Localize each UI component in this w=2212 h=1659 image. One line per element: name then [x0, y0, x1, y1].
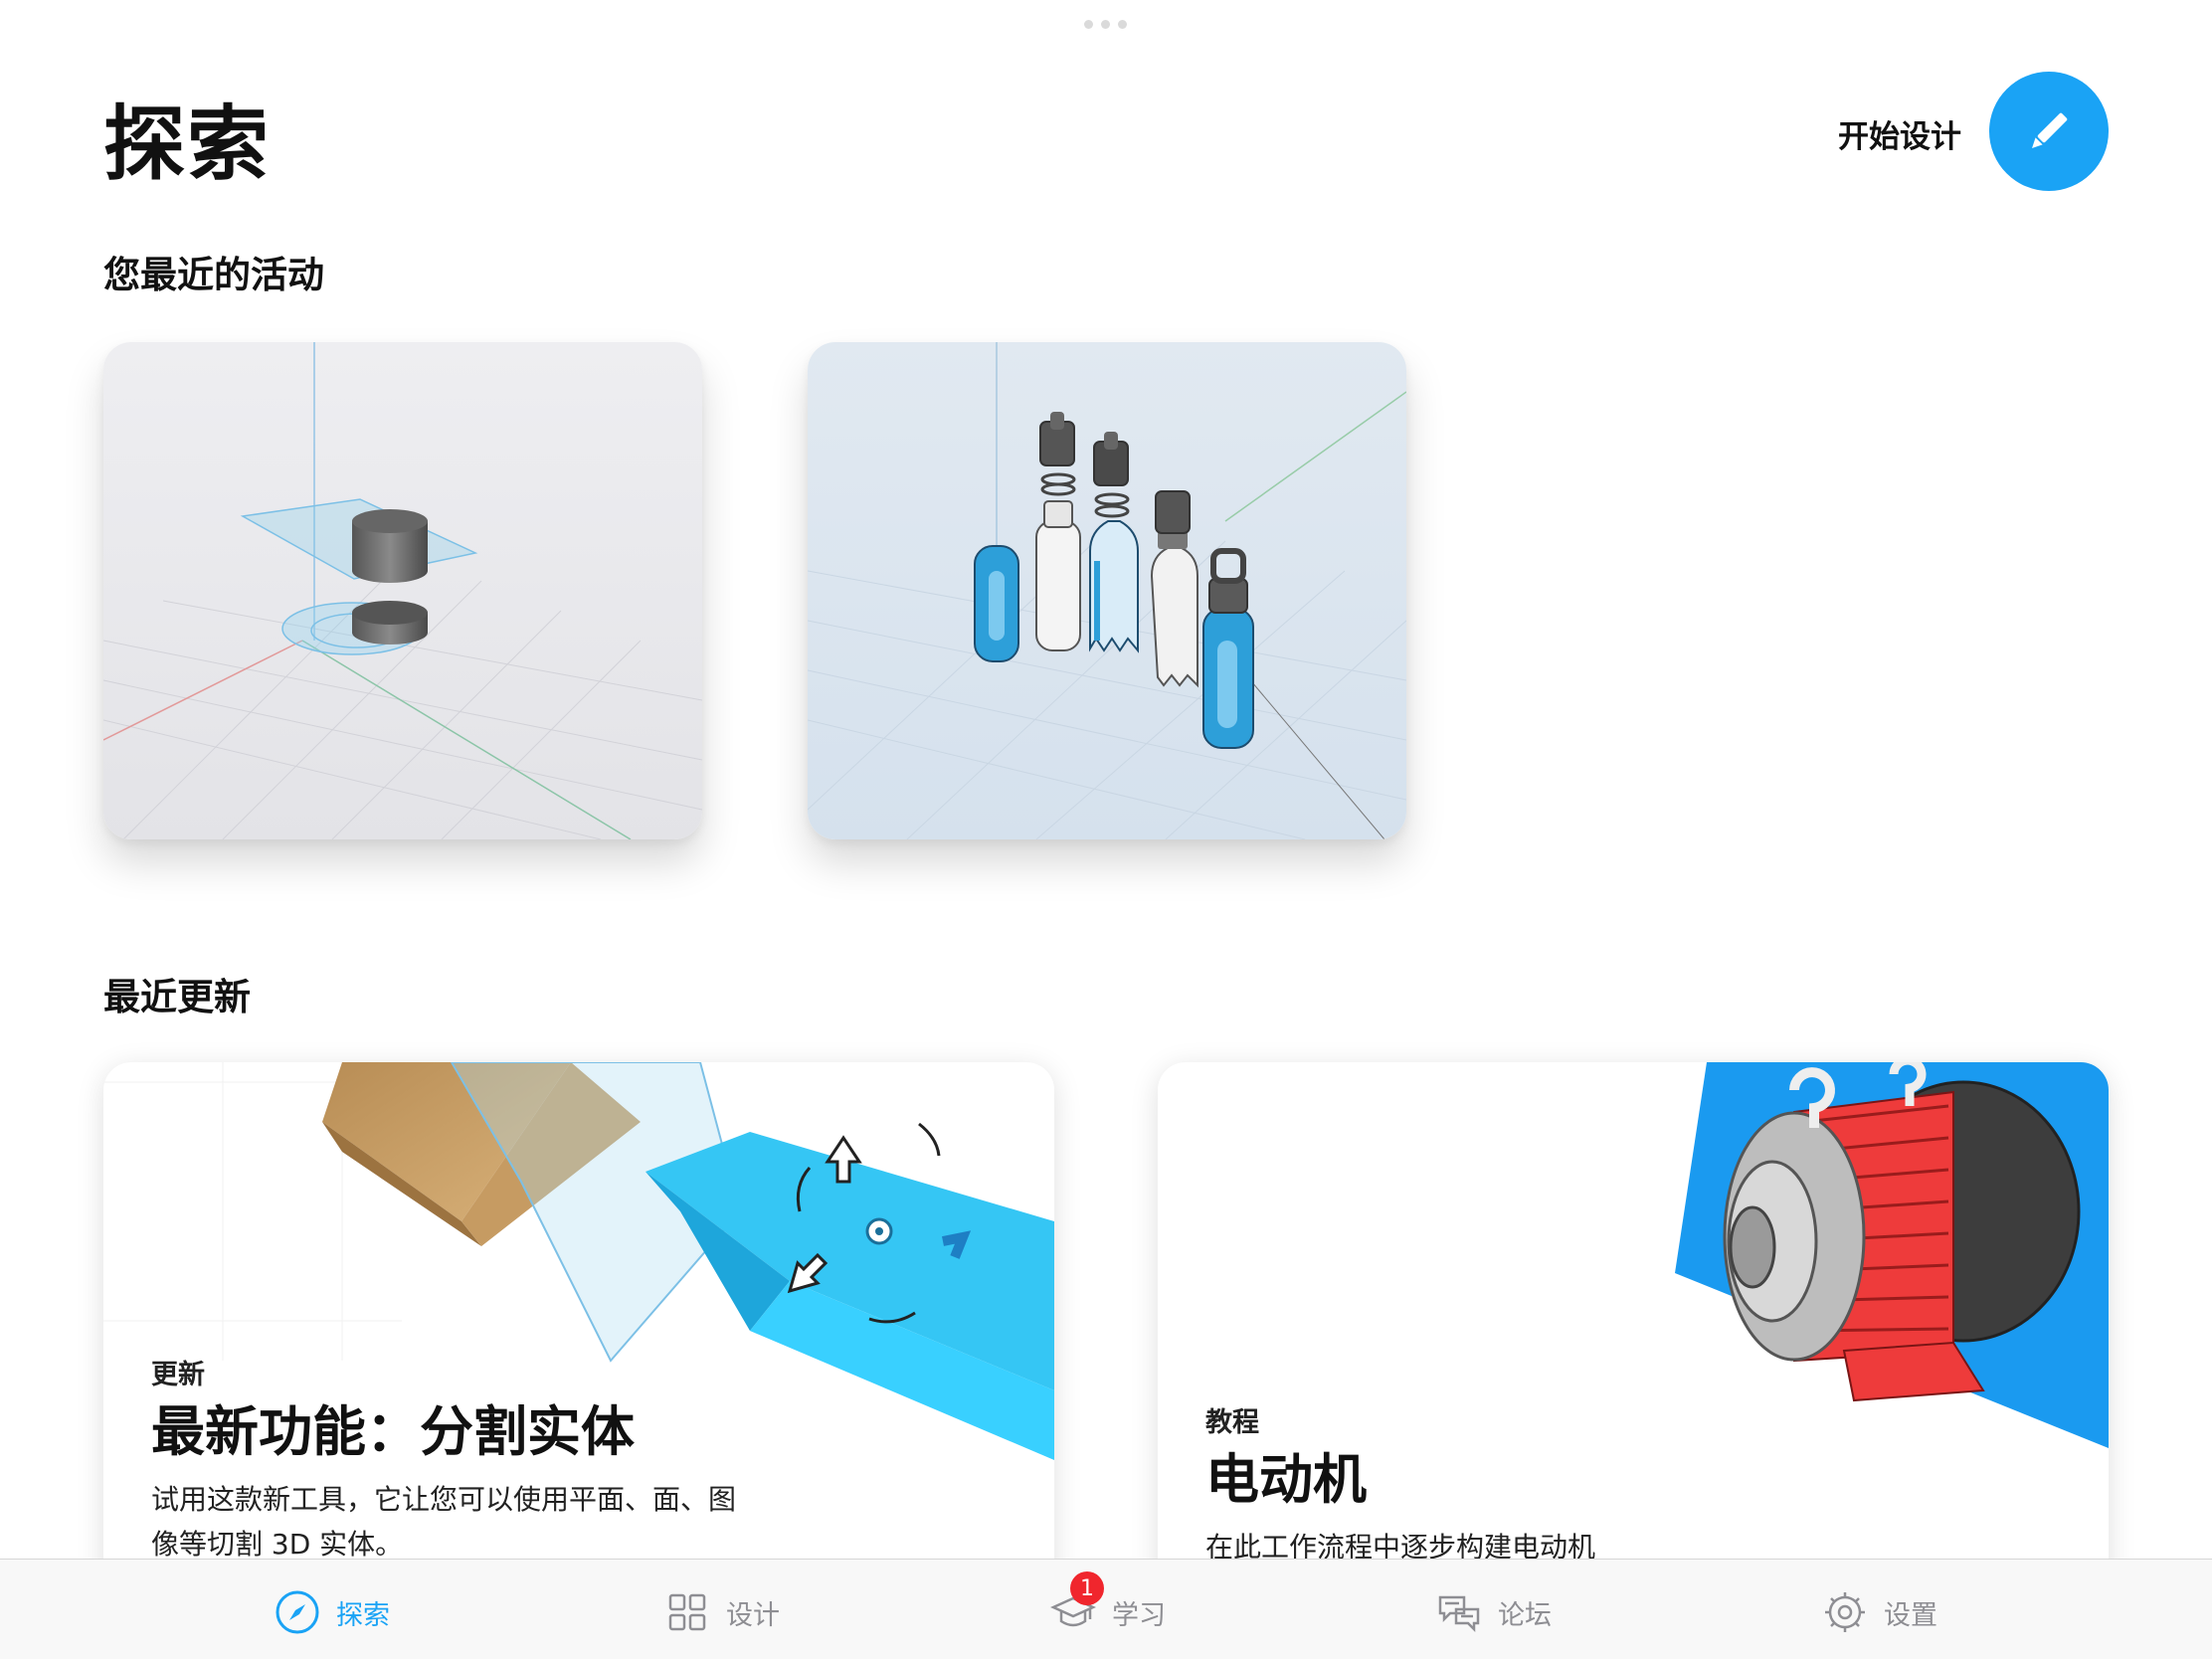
recent-design-card-2[interactable] [808, 342, 1406, 839]
grid-icon [664, 1589, 710, 1635]
tab-label: 设计 [726, 1599, 780, 1631]
tab-settings[interactable]: 设置 [1822, 1589, 1937, 1635]
tab-label: 探索 [336, 1599, 390, 1631]
update-category: 更新 [151, 1360, 205, 1390]
update-title: 最新功能：分割实体 [151, 1400, 635, 1463]
tab-forum[interactable]: 论坛 [1436, 1589, 1552, 1635]
update-card-text: 教程 电动机 在此工作流程中逐步构建电动机 [1205, 1400, 2049, 1569]
explore-page: 探索 开始设计 您最近的活动 最近更新 更新 最新功能：分割实体 试用这款新工具… [0, 0, 2212, 1659]
multitasking-grabber[interactable] [1084, 20, 1127, 29]
tab-label: 论坛 [1498, 1599, 1552, 1631]
tab-learn[interactable]: 1 学习 [1050, 1571, 1166, 1635]
learn-badge: 1 [1070, 1571, 1104, 1605]
recent-activity-title: 您最近的活动 [103, 254, 324, 296]
tab-bar: 探索 设计 1 学习 论坛 设置 [0, 1559, 2212, 1659]
tab-label: 学习 [1112, 1599, 1166, 1631]
tab-design[interactable]: 设计 [664, 1589, 780, 1635]
chat-bubbles-icon [1436, 1589, 1482, 1635]
compass-icon [275, 1589, 320, 1635]
pencil-icon [2032, 112, 2068, 148]
start-design-button[interactable] [1989, 72, 2109, 191]
update-card-text: 更新 最新功能：分割实体 试用这款新工具，它让您可以使用平面、面、图像等切割 3… [151, 1353, 756, 1567]
gear-icon [1822, 1589, 1868, 1635]
recent-updates-title: 最近更新 [103, 976, 251, 1018]
update-description: 试用这款新工具，它让您可以使用平面、面、图像等切割 3D 实体。 [151, 1483, 737, 1561]
start-design-label[interactable]: 开始设计 [1838, 111, 1961, 156]
water-bottles-model-thumbnail [808, 342, 1406, 839]
graduation-cap-icon: 1 [1050, 1571, 1104, 1635]
tab-explore[interactable]: 探索 [275, 1589, 390, 1635]
page-title: 探索 [103, 97, 272, 192]
tab-label: 设置 [1884, 1599, 1937, 1631]
update-title: 电动机 [1205, 1448, 1367, 1511]
cylinder-split-model-thumbnail [103, 342, 702, 839]
update-category: 教程 [1205, 1407, 1259, 1438]
recent-design-card-1[interactable] [103, 342, 702, 839]
